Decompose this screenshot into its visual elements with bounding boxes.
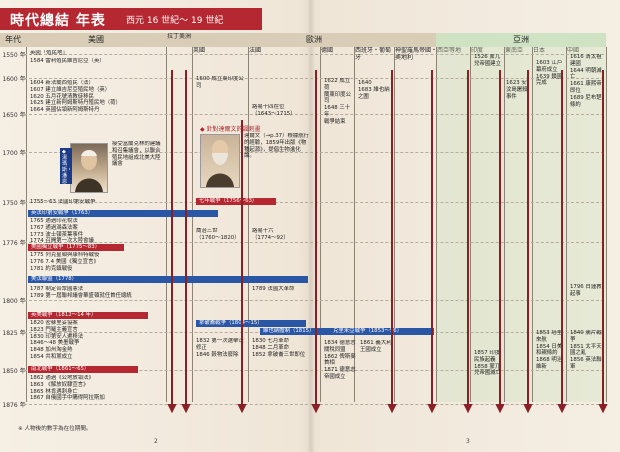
page-number-right: 3 bbox=[466, 438, 470, 445]
timeline-page: 時代總結 年表 西元 16 世紀～ 19 世紀 年代 美國 拉丁美洲 歐洲 亞洲… bbox=[0, 0, 620, 452]
footnote: ※ 人物後的數字為在位期間。 bbox=[18, 426, 92, 432]
page-number-left: 2 bbox=[154, 438, 158, 445]
reign-arrows bbox=[167, 70, 608, 414]
